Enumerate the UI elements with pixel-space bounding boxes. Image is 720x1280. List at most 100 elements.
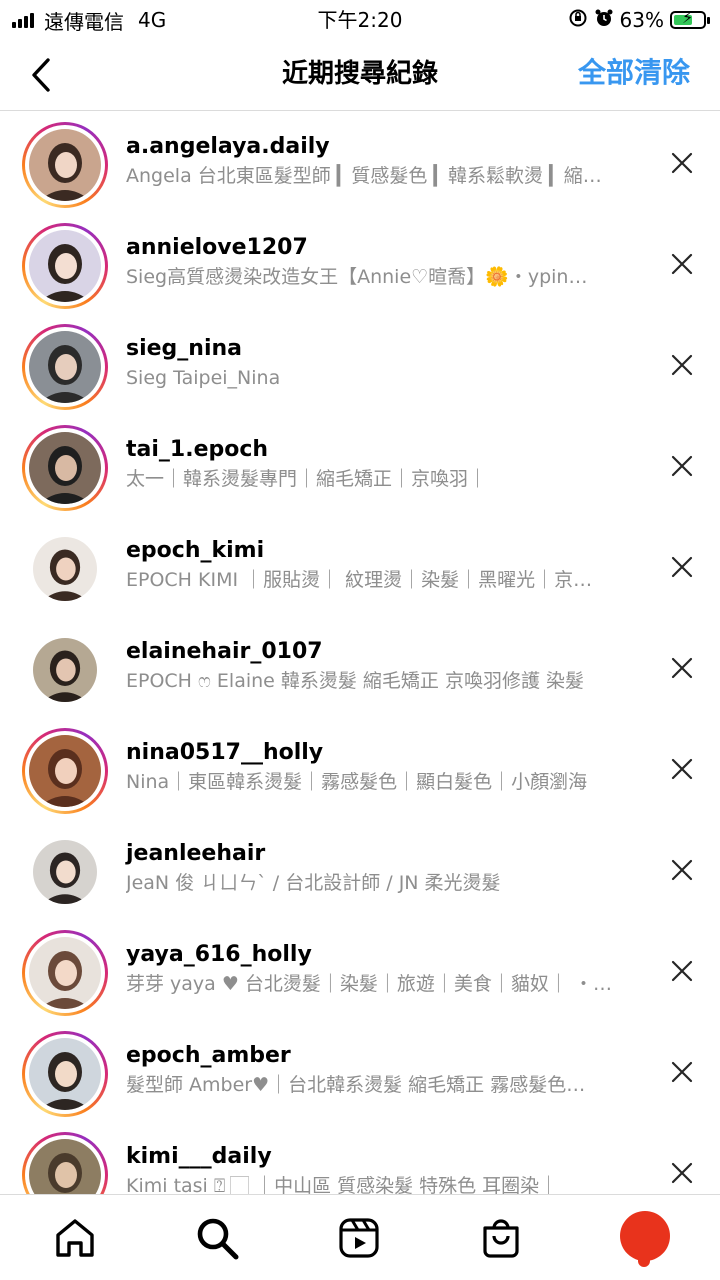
search-result-row[interactable]: epoch_amber 髮型師 Amber♥｜台北韓系燙髮 縮毛矯正 霧感髮色…: [0, 1020, 720, 1121]
avatar: [29, 1038, 101, 1110]
close-icon: [671, 253, 693, 275]
search-result-row[interactable]: tai_1.epoch 太一｜韓系燙髮專門｜縮毛矯正｜京喚羽｜: [0, 414, 720, 515]
profile-photo: [29, 331, 101, 403]
profile-photo: [29, 735, 101, 807]
remove-result-button[interactable]: [666, 753, 698, 785]
avatar: [29, 937, 101, 1009]
avatar-story-ring[interactable]: [22, 122, 108, 208]
avatar: [29, 432, 101, 504]
username: a.angelaya.daily: [126, 134, 330, 159]
search-result-row[interactable]: sieg_nina Sieg Taipei_Nina: [0, 313, 720, 414]
rotation-lock-icon: [568, 8, 588, 33]
avatar: [29, 735, 101, 807]
close-icon: [671, 960, 693, 982]
close-icon: [671, 1061, 693, 1083]
battery-percentage: 63%: [619, 8, 664, 32]
username: sieg_nina: [126, 336, 243, 361]
avatar-story-ring[interactable]: [22, 223, 108, 309]
full-name-bio: 芽芽 yaya ♥ 台北燙髮｜染髮｜旅遊｜美食｜貓奴｜ ・…: [126, 973, 612, 995]
full-name-bio: Nina｜東區韓系燙髮｜霧感髮色｜顯白髮色｜小顏瀏海: [126, 771, 588, 793]
profile-photo: [29, 1038, 101, 1110]
username: kimi___daily: [126, 1144, 272, 1169]
close-icon: [671, 758, 693, 780]
full-name-bio: EPOCH ෆ Elaine 韓系燙髮 縮毛矯正 京喚羽修護 染髮: [126, 670, 585, 692]
close-icon: [671, 556, 693, 578]
full-name-bio: Angela 台北東區髮型師 ▎質感髮色 ▎韓系鬆軟燙 ▎縮…: [126, 165, 602, 187]
search-result-row[interactable]: jeanleehair JeaN 俊 ㄐㄩㄣˋ / 台北設計師 / JN 柔光燙髮: [0, 818, 720, 919]
remove-result-button[interactable]: [666, 551, 698, 583]
profile-photo: [29, 1139, 101, 1194]
shopping-bag-icon: [483, 1219, 519, 1258]
profile-photo: [29, 129, 101, 201]
reels-tab[interactable]: [334, 1213, 384, 1263]
avatar: [33, 537, 97, 601]
profile-photo: [29, 230, 101, 302]
home-icon: [56, 1219, 94, 1257]
avatar: [33, 840, 97, 904]
full-name-bio: Sieg Taipei_Nina: [126, 367, 281, 389]
username: yaya_616_holly: [126, 942, 312, 967]
remove-result-button[interactable]: [666, 450, 698, 482]
clear-all-button[interactable]: 全部清除: [578, 55, 690, 91]
username: annielove1207: [126, 235, 308, 260]
profile-photo: [29, 432, 101, 504]
status-bar-right: 63% ⚡: [568, 6, 710, 34]
search-result-row[interactable]: epoch_kimi EPOCH KIMI ｜服貼燙｜ 紋理燙｜染髮｜黑曜光｜京…: [0, 515, 720, 616]
search-result-row[interactable]: yaya_616_holly 芽芽 yaya ♥ 台北燙髮｜染髮｜旅遊｜美食｜貓奴…: [0, 919, 720, 1020]
avatar-story-ring[interactable]: [22, 829, 108, 915]
profile-tab[interactable]: [620, 1211, 670, 1267]
remove-result-button[interactable]: [666, 854, 698, 886]
search-result-row[interactable]: nina0517__holly Nina｜東區韓系燙髮｜霧感髮色｜顯白髮色｜小顏瀏…: [0, 717, 720, 818]
avatar: [29, 129, 101, 201]
remove-result-button[interactable]: [666, 955, 698, 987]
remove-result-button[interactable]: [666, 349, 698, 381]
close-icon: [671, 455, 693, 477]
search-result-row[interactable]: a.angelaya.daily Angela 台北東區髮型師 ▎質感髮色 ▎韓系…: [0, 111, 720, 212]
close-icon: [671, 657, 693, 679]
avatar-story-ring[interactable]: [22, 425, 108, 511]
avatar: [33, 638, 97, 702]
shop-tab[interactable]: [476, 1213, 526, 1263]
full-name-bio: 太一｜韓系燙髮專門｜縮毛矯正｜京喚羽｜: [126, 468, 488, 490]
remove-result-button[interactable]: [666, 147, 698, 179]
close-icon: [671, 152, 693, 174]
full-name-bio: Sieg高質感燙染改造女王【Annie♡暄喬】🌼・ypin…: [126, 266, 588, 288]
avatar-story-ring[interactable]: [22, 324, 108, 410]
bottom-tab-bar: [0, 1194, 720, 1280]
home-tab[interactable]: [50, 1213, 100, 1263]
search-result-row[interactable]: elainehair_0107 EPOCH ෆ Elaine 韓系燙髮 縮毛矯正 …: [0, 616, 720, 717]
remove-result-button[interactable]: [666, 652, 698, 684]
search-result-row[interactable]: annielove1207 Sieg高質感燙染改造女王【Annie♡暄喬】🌼・yp…: [0, 212, 720, 313]
header: 近期搜尋紀錄 全部清除: [0, 40, 720, 111]
username: elainehair_0107: [126, 639, 323, 664]
avatar-story-ring[interactable]: [22, 526, 108, 612]
username: jeanleehair: [126, 841, 266, 866]
full-name-bio: JeaN 俊 ㄐㄩㄣˋ / 台北設計師 / JN 柔光燙髮: [126, 872, 501, 894]
profile-photo: [33, 840, 97, 904]
avatar: [29, 1139, 101, 1194]
avatar: [29, 331, 101, 403]
close-icon: [671, 859, 693, 881]
profile-photo: [29, 937, 101, 1009]
remove-result-button[interactable]: [666, 248, 698, 280]
avatar: [29, 230, 101, 302]
reels-icon: [339, 1218, 379, 1258]
profile-photo: [33, 537, 97, 601]
avatar-story-ring[interactable]: [22, 1132, 108, 1194]
avatar-story-ring[interactable]: [22, 1031, 108, 1117]
search-tab[interactable]: [192, 1213, 242, 1263]
full-name-bio: 髮型師 Amber♥｜台北韓系燙髮 縮毛矯正 霧感髮色…: [126, 1074, 586, 1096]
search-result-row[interactable]: kimi___daily Kimi tasi ⍰ 🏻 ｜中山區 質感染髮 特殊色 …: [0, 1121, 720, 1194]
close-icon: [671, 1162, 693, 1184]
username: epoch_kimi: [126, 538, 265, 563]
avatar-story-ring[interactable]: [22, 930, 108, 1016]
avatar-story-ring[interactable]: [22, 627, 108, 713]
username: nina0517__holly: [126, 740, 324, 765]
close-icon: [671, 354, 693, 376]
profile-photo: [33, 638, 97, 702]
remove-result-button[interactable]: [666, 1056, 698, 1088]
remove-result-button[interactable]: [666, 1157, 698, 1189]
alarm-icon: [594, 8, 614, 33]
avatar-story-ring[interactable]: [22, 728, 108, 814]
full-name-bio: EPOCH KIMI ｜服貼燙｜ 紋理燙｜染髮｜黑曜光｜京…: [126, 569, 593, 591]
